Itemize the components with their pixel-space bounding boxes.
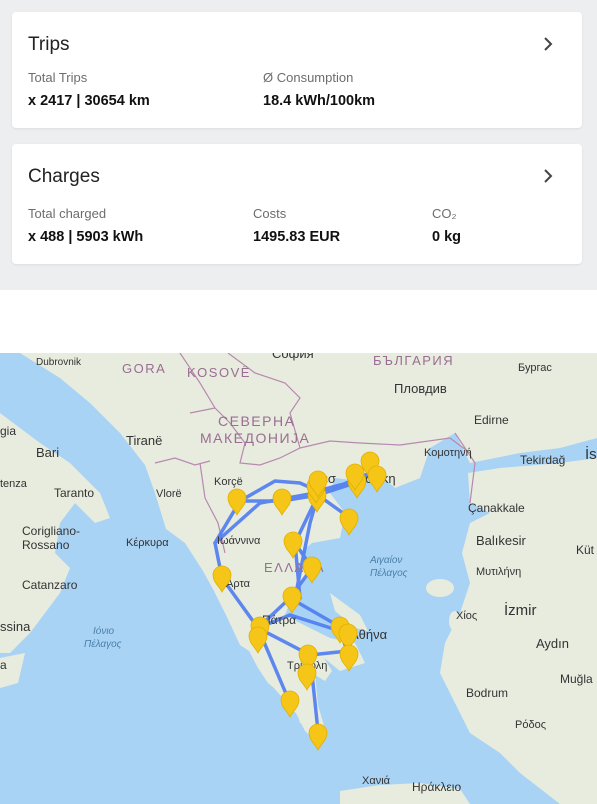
map-label: Edirne: [474, 413, 509, 427]
map-label: İzmir: [504, 601, 537, 619]
costs-value: 1495.83 EUR: [253, 229, 341, 245]
map-label: Ηράκλειο: [412, 780, 461, 794]
charges-card[interactable]: Charges Total charged x 488 | 5903 kWh C…: [12, 144, 582, 264]
map-label: Vlorë: [156, 488, 182, 500]
map-label: Aydın: [536, 636, 569, 651]
map-label: Bodrum: [466, 686, 508, 700]
map-label: Çanakkale: [468, 501, 525, 515]
trips-card[interactable]: Trips Total Trips x 2417 | 30654 km Ø Co…: [12, 12, 582, 128]
map-label: София: [272, 353, 314, 361]
charges-title: Charges: [28, 166, 100, 187]
map-label: tenza: [0, 478, 28, 490]
chevron-right-icon[interactable]: [540, 168, 556, 184]
map-label: Μυτιλήνη: [476, 566, 521, 578]
map-label: Ιόνιο: [93, 625, 115, 637]
consumption-value: 18.4 kWh/100km: [263, 93, 376, 109]
map-label: Ιωάννινα: [217, 535, 261, 547]
map-canvas[interactable]: София БЪЛГАРИЯ Dubrovnik GORA KOSOVË Пло…: [0, 353, 597, 804]
map-label: Korçë: [214, 476, 243, 488]
map-label: Dubrovnik: [36, 357, 82, 368]
map-label: GORA: [122, 361, 166, 376]
map-label: Catanzaro: [22, 578, 78, 592]
consumption-label: Ø Consumption: [263, 70, 354, 85]
total-charged-value: x 488 | 5903 kWh: [28, 229, 144, 245]
trips-title: Trips: [28, 34, 70, 55]
map-label: Пловдив: [394, 381, 447, 396]
map-label: Πέλαγος: [84, 638, 122, 650]
total-charged-label: Total charged: [28, 206, 107, 221]
total-trips-value: x 2417 | 30654 km: [28, 93, 150, 109]
map-label: Κομοτηνή: [424, 447, 472, 459]
lesvos-land: [426, 579, 454, 597]
map-label: БЪЛГАРИЯ: [373, 353, 454, 368]
map-label: Küt: [576, 543, 595, 557]
trip-map[interactable]: София БЪЛГАРИЯ Dubrovnik GORA KOSOVË Пло…: [0, 353, 597, 804]
co2-value: 0 kg: [432, 229, 462, 245]
map-label: Taranto: [54, 486, 94, 500]
co2-label: CO₂: [432, 206, 457, 221]
map-label: Πέλαγος: [370, 567, 408, 579]
map-label: Balıkesir: [476, 533, 527, 548]
map-label: Muğla: [560, 672, 593, 686]
map-label: İs: [585, 445, 597, 463]
map-label: KOSOVË: [187, 365, 251, 380]
map-label: a: [0, 658, 7, 672]
map-label: Бургас: [518, 362, 552, 374]
map-label: gia: [0, 424, 16, 438]
map-label: СЕВЕРНА: [218, 413, 295, 429]
map-label: ssina: [0, 619, 31, 634]
map-label: Κέρκυρα: [126, 537, 169, 549]
chevron-right-icon[interactable]: [540, 36, 556, 52]
total-trips-label: Total Trips: [28, 70, 88, 85]
map-label: Tiranë: [126, 433, 162, 448]
spacer: [0, 290, 597, 354]
costs-label: Costs: [253, 206, 287, 221]
map-label: Bari: [36, 445, 59, 460]
map-label: Tekirdağ: [520, 453, 565, 467]
map-label: МАКЕДОНИЈА: [200, 430, 310, 446]
map-label: Χανιά: [362, 775, 391, 787]
map-label: Rossano: [22, 538, 70, 552]
map-label: Αιγαίον: [369, 554, 402, 566]
map-label: Ρόδος: [515, 719, 546, 731]
map-label: Χίος: [456, 610, 477, 622]
map-label: Corigliano-: [22, 524, 80, 538]
